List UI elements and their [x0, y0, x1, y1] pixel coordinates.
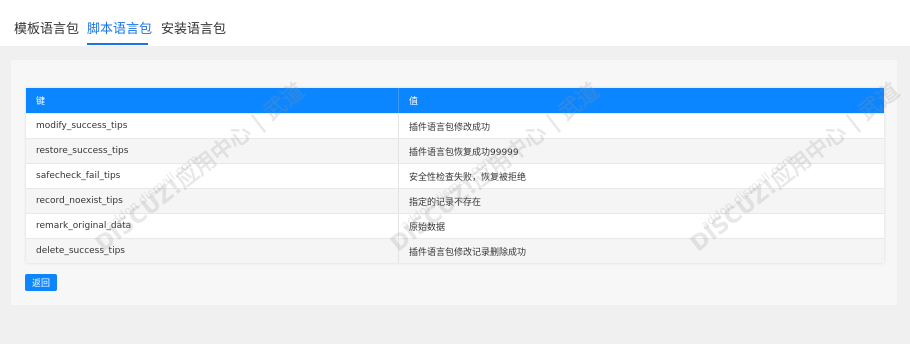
row-key: record_noexist_tips [26, 189, 399, 213]
tab-bar: 模板语言包 脚本语言包 安装语言包 [0, 0, 910, 46]
table-row: delete_success_tips 插件语言包修改记录删除成功 [26, 238, 884, 263]
tab-install-language-pack[interactable]: 安装语言包 [161, 18, 226, 37]
row-key: restore_success_tips [26, 139, 399, 163]
header-key: 键 [26, 88, 399, 113]
table-row: restore_success_tips 插件语言包恢复成功99999 [26, 138, 884, 163]
header-value: 值 [409, 97, 419, 107]
row-key: modify_success_tips [26, 114, 399, 138]
table-row: remark_original_data 原始数据 [26, 213, 884, 238]
row-value: 插件语言包恢复成功99999 [409, 147, 519, 158]
row-key: safecheck_fail_tips [26, 164, 399, 188]
content-panel: 键 值 modify_success_tips 插件语言包修改成功 restor… [11, 60, 897, 305]
tab-script-language-pack[interactable]: 脚本语言包 [87, 18, 152, 37]
row-value: 指定的记录不存在 [409, 197, 482, 208]
row-value: 原始数据 [409, 222, 446, 233]
table-header: 键 值 [26, 88, 884, 113]
row-value: 插件语言包修改记录删除成功 [409, 247, 527, 258]
table-row: safecheck_fail_tips 安全性检查失败，恢复被拒绝 [26, 163, 884, 188]
language-table: 键 值 modify_success_tips 插件语言包修改成功 restor… [26, 88, 884, 263]
row-key: remark_original_data [26, 214, 399, 238]
row-value: 插件语言包修改成功 [409, 122, 491, 133]
active-tab-indicator [87, 43, 148, 45]
tab-template-language-pack[interactable]: 模板语言包 [14, 18, 79, 37]
table-row: modify_success_tips 插件语言包修改成功 [26, 113, 884, 138]
back-button[interactable]: 返回 [25, 274, 57, 291]
table-row: record_noexist_tips 指定的记录不存在 [26, 188, 884, 213]
row-key: delete_success_tips [26, 239, 399, 263]
row-value: 安全性检查失败，恢复被拒绝 [409, 172, 527, 183]
